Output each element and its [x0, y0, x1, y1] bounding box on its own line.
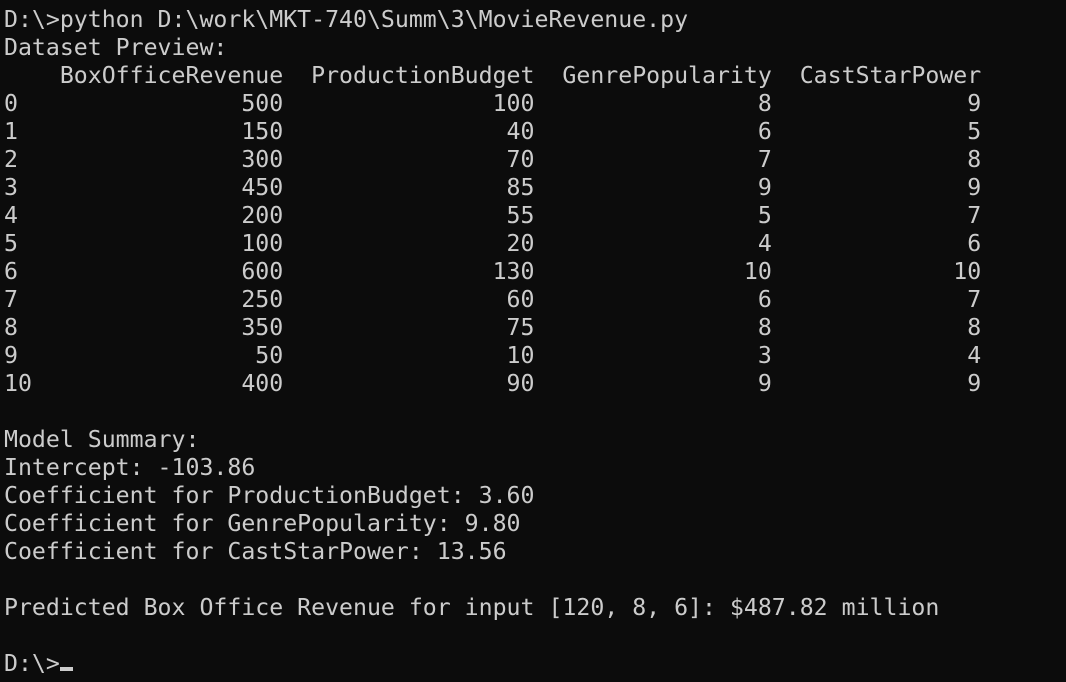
model-summary-title: Model Summary:	[4, 426, 200, 453]
coefficient-line: Coefficient for CastStarPower: 13.56	[4, 538, 507, 565]
table-row: 10 400 90 9 9	[4, 370, 982, 397]
coefficient-line: Coefficient for ProductionBudget: 3.60	[4, 482, 535, 509]
text-cursor	[59, 667, 73, 671]
table-row: 4 200 55 5 7	[4, 202, 982, 229]
table-row: 8 350 75 8 8	[4, 314, 982, 341]
table-row: 3 450 85 9 9	[4, 174, 982, 201]
table-row: 5 100 20 4 6	[4, 230, 982, 257]
table-row: 7 250 60 6 7	[4, 286, 982, 313]
coefficient-line: Coefficient for GenrePopularity: 9.80	[4, 510, 521, 537]
command-line: D:\>python D:\work\MKT-740\Summ\3\MovieR…	[4, 6, 689, 33]
prompt-line[interactable]: D:\>	[4, 650, 1064, 678]
table-header: BoxOfficeRevenue ProductionBudget GenreP…	[4, 62, 982, 89]
dataset-preview-title: Dataset Preview:	[4, 34, 228, 61]
table-row: 9 50 10 3 4	[4, 342, 982, 369]
intercept-line: Intercept: -103.86	[4, 454, 256, 481]
table-row: 2 300 70 7 8	[4, 146, 982, 173]
prompt-text: D:\>	[4, 650, 60, 677]
table-row: 0 500 100 8 9	[4, 90, 982, 117]
table-row: 6 600 130 10 10	[4, 258, 982, 285]
terminal-output[interactable]: D:\>python D:\work\MKT-740\Summ\3\MovieR…	[4, 6, 1064, 682]
prediction-line: Predicted Box Office Revenue for input […	[4, 594, 940, 621]
table-row: 1 150 40 6 5	[4, 118, 982, 145]
